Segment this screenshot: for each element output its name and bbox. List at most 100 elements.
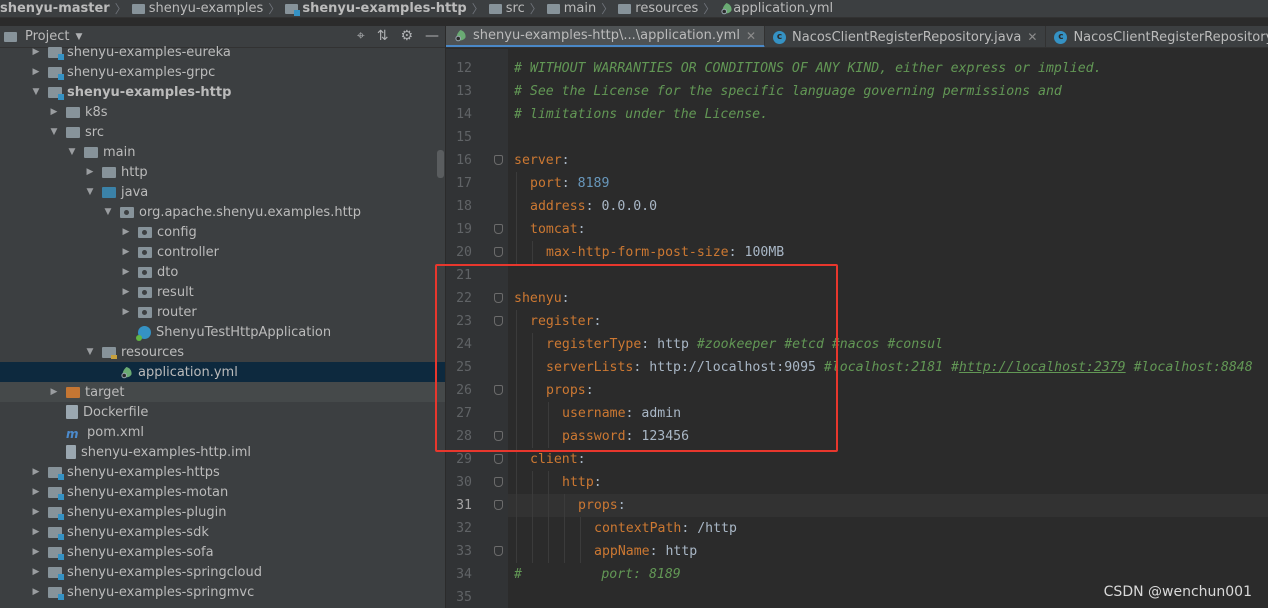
fold-marker-icon[interactable] bbox=[494, 224, 503, 234]
breadcrumb-separator: 〉 bbox=[114, 2, 127, 16]
tree-item[interactable]: ▶ config bbox=[0, 222, 445, 242]
line-number: 16 bbox=[456, 153, 472, 168]
code-line[interactable]: 20 max-http-form-post-size: 100MB bbox=[456, 241, 1268, 264]
code-line[interactable]: 16 server: bbox=[456, 149, 1268, 172]
breadcrumb-item[interactable]: resources bbox=[618, 1, 698, 16]
editor-tab[interactable]: c NacosClientRegisterRepository.java ✕ bbox=[765, 26, 1047, 47]
tree-item[interactable]: m pom.xml bbox=[0, 422, 445, 442]
chevron-right-icon[interactable]: ▶ bbox=[48, 107, 60, 117]
tree-item[interactable]: Dockerfile bbox=[0, 402, 445, 422]
fold-marker-icon[interactable] bbox=[494, 247, 503, 257]
code-line[interactable]: 19 tomcat: bbox=[456, 218, 1268, 241]
chevron-right-icon[interactable]: ▶ bbox=[30, 527, 42, 537]
fold-marker-icon[interactable] bbox=[494, 477, 503, 487]
chevron-right-icon[interactable]: ▶ bbox=[120, 307, 132, 317]
fold-marker-icon[interactable] bbox=[494, 155, 503, 165]
chevron-right-icon[interactable]: ▶ bbox=[30, 547, 42, 557]
chevron-down-icon[interactable]: ▼ bbox=[30, 87, 42, 97]
indent-guide bbox=[516, 218, 517, 241]
tree-item[interactable]: ▼ main bbox=[0, 142, 445, 162]
tree-item[interactable]: ▼ shenyu-examples-http bbox=[0, 82, 445, 102]
code-line[interactable]: 34 # port: 8189 bbox=[456, 563, 1268, 586]
tree-item[interactable]: ▶ controller bbox=[0, 242, 445, 262]
module-folder-icon bbox=[48, 566, 64, 580]
project-tree-scrollbar[interactable] bbox=[437, 150, 444, 178]
chevron-right-icon[interactable]: ▶ bbox=[120, 287, 132, 297]
chevron-right-icon[interactable]: ▶ bbox=[120, 247, 132, 257]
fold-marker-icon[interactable] bbox=[494, 500, 503, 510]
code-token: : http bbox=[649, 544, 698, 559]
fold-marker-icon[interactable] bbox=[494, 454, 503, 464]
code-line[interactable]: 15 bbox=[456, 126, 1268, 149]
tree-item[interactable]: ▶ shenyu-examples-sofa bbox=[0, 542, 445, 562]
chevron-right-icon[interactable]: ▶ bbox=[30, 467, 42, 477]
tree-item[interactable]: ▶ shenyu-examples-grpc bbox=[0, 62, 445, 82]
tree-item[interactable]: ▶ shenyu-examples-motan bbox=[0, 482, 445, 502]
tree-item[interactable]: ▶ target bbox=[0, 382, 445, 402]
chevron-down-icon[interactable]: ▼ bbox=[84, 347, 96, 357]
tree-item[interactable]: ShenyuTestHttpApplication bbox=[0, 322, 445, 342]
tree-item[interactable]: ▶ result bbox=[0, 282, 445, 302]
code-line[interactable]: 31 props: bbox=[456, 494, 1268, 517]
tree-item[interactable]: ▼ resources bbox=[0, 342, 445, 362]
code-token: http bbox=[562, 475, 594, 490]
chevron-right-icon[interactable]: ▶ bbox=[120, 267, 132, 277]
tree-item[interactable]: application.yml bbox=[0, 362, 445, 382]
code-line[interactable]: 30 http: bbox=[456, 471, 1268, 494]
indent-guide bbox=[548, 494, 549, 517]
chevron-right-icon[interactable]: ▶ bbox=[30, 67, 42, 77]
code-line[interactable]: 18 address: 0.0.0.0 bbox=[456, 195, 1268, 218]
code-line[interactable]: 14 # limitations under the License. bbox=[456, 103, 1268, 126]
tree-item[interactable]: ▼ org.apache.shenyu.examples.http bbox=[0, 202, 445, 222]
tree-item[interactable]: ▶ dto bbox=[0, 262, 445, 282]
tree-item[interactable]: ▶ shenyu-examples-sdk bbox=[0, 522, 445, 542]
fold-marker-icon[interactable] bbox=[494, 546, 503, 556]
tree-item[interactable]: ▼ src bbox=[0, 122, 445, 142]
chevron-right-icon[interactable]: ▶ bbox=[30, 587, 42, 597]
chevron-down-icon[interactable]: ▼ bbox=[102, 207, 114, 217]
breadcrumb-item[interactable]: shenyu-master bbox=[0, 1, 110, 16]
code-line[interactable]: 13 # See the License for the specific lan… bbox=[456, 80, 1268, 103]
code-line[interactable]: 12 # WITHOUT WARRANTIES OR CONDITIONS OF … bbox=[456, 57, 1268, 80]
tree-item[interactable]: ▶ shenyu-examples-springmvc bbox=[0, 582, 445, 602]
tree-item[interactable]: ▶ k8s bbox=[0, 102, 445, 122]
code-token: : /http bbox=[681, 521, 737, 536]
breadcrumb-item[interactable]: src bbox=[488, 1, 525, 16]
tree-item[interactable]: shenyu-examples-http.iml bbox=[0, 442, 445, 462]
breadcrumb-item[interactable]: main bbox=[546, 1, 596, 16]
line-number: 20 bbox=[456, 245, 472, 260]
editor-tab[interactable]: cNacosClientRegisterRepositoryTest.java✕ bbox=[1046, 26, 1268, 47]
chevron-right-icon[interactable]: ▶ bbox=[120, 227, 132, 237]
tree-item[interactable]: ▶ http bbox=[0, 162, 445, 182]
chevron-right-icon[interactable]: ▶ bbox=[48, 387, 60, 397]
chevron-right-icon[interactable]: ▶ bbox=[30, 487, 42, 497]
chevron-down-icon[interactable]: ▼ bbox=[75, 32, 82, 42]
breadcrumb-label: shenyu-master bbox=[0, 1, 110, 16]
chevron-right-icon[interactable]: ▶ bbox=[30, 567, 42, 577]
tree-item[interactable]: ▶ shenyu-examples-springcloud bbox=[0, 562, 445, 582]
chevron-down-icon[interactable]: ▼ bbox=[66, 147, 78, 157]
maven-pom-icon: m bbox=[66, 426, 79, 441]
tree-item[interactable]: ▶ shenyu-examples-eureka bbox=[0, 42, 445, 62]
chevron-right-icon[interactable]: ▶ bbox=[30, 507, 42, 517]
chevron-right-icon[interactable]: ▶ bbox=[30, 47, 42, 57]
code-line[interactable]: 32 contextPath: /http bbox=[456, 517, 1268, 540]
chevron-right-icon[interactable]: ▶ bbox=[84, 167, 96, 177]
breadcrumb-item[interactable]: application.yml bbox=[720, 1, 833, 16]
chevron-down-icon[interactable]: ▼ bbox=[48, 127, 60, 137]
editor-tab[interactable]: shenyu-examples-http\...\application.yml… bbox=[446, 26, 766, 47]
breadcrumb-item[interactable]: shenyu-examples-http bbox=[285, 1, 467, 16]
tree-item[interactable]: ▶ router bbox=[0, 302, 445, 322]
editor-tab-bar: shenyu-examples-http\...\application.yml… bbox=[446, 26, 1268, 48]
code-line[interactable]: 33 appName: http bbox=[456, 540, 1268, 563]
chevron-down-icon[interactable]: ▼ bbox=[84, 187, 96, 197]
tab-label: NacosClientRegisterRepository.java bbox=[792, 29, 1022, 45]
code-token: http://localhost:2379 bbox=[958, 360, 1126, 375]
code-line[interactable]: 17 port: 8189 bbox=[456, 172, 1268, 195]
tree-item[interactable]: ▶ shenyu-examples-plugin bbox=[0, 502, 445, 522]
tree-item[interactable]: ▶ shenyu-examples-https bbox=[0, 462, 445, 482]
close-icon[interactable]: ✕ bbox=[746, 29, 756, 43]
close-icon[interactable]: ✕ bbox=[1027, 30, 1037, 44]
breadcrumb-item[interactable]: shenyu-examples bbox=[131, 1, 263, 16]
tree-item[interactable]: ▼ java bbox=[0, 182, 445, 202]
